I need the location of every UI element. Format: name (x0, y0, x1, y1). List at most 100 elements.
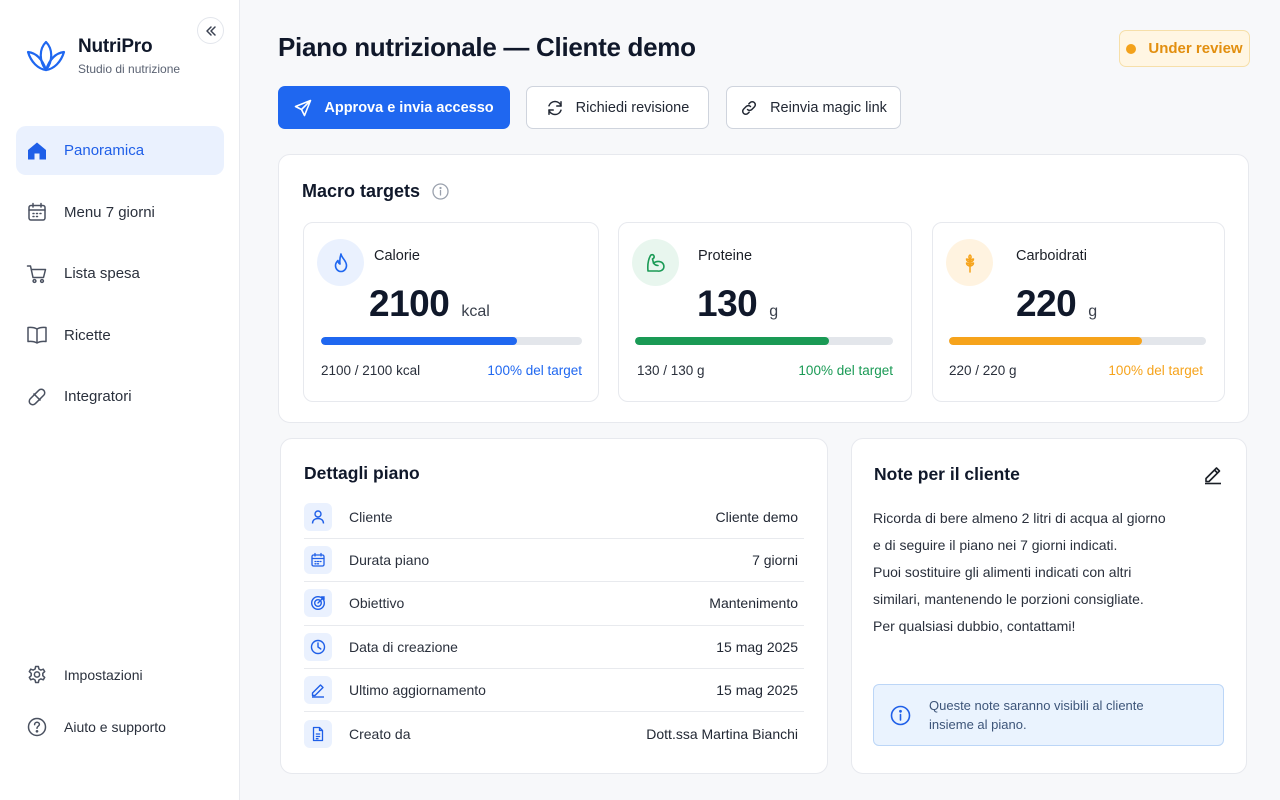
macro-unit: g (1088, 303, 1098, 320)
sidebar-item-impostazioni[interactable]: Impostazioni (16, 653, 224, 697)
status-label: Under review (1148, 40, 1243, 57)
refresh-icon (546, 99, 564, 117)
macro-footer: 2100 / 2100 kcal 100% del target (321, 363, 582, 378)
notes-line: Ricorda di bere almeno 2 litri di acqua … (873, 510, 1166, 526)
request-revision-button[interactable]: Richiedi revisione (526, 86, 709, 129)
sidebar-nav: Panoramica Menu 7 giorni Lista spesa Ric… (16, 126, 224, 434)
macro-label: Calorie (374, 248, 420, 264)
resend-magic-link-button[interactable]: Reinvia magic link (726, 86, 901, 129)
lotus-logo-icon (24, 34, 68, 78)
notes-visibility-hint: Queste note saranno visibili al cliente … (873, 684, 1224, 746)
brand-subtitle: Studio di nutrizione (78, 62, 181, 76)
status-badge: Under review (1119, 30, 1250, 67)
sidebar-item-aiuto[interactable]: Aiuto e supporto (16, 705, 224, 749)
info-icon (890, 705, 911, 726)
macro-summary: 2100 / 2100 kcal (321, 363, 421, 378)
macro-targets-title: Macro targets (302, 181, 449, 202)
macro-proteine: Proteine 130 g 130 / 130 g 100% del targ… (618, 222, 912, 402)
progress-bar (949, 337, 1206, 345)
resend-magic-link-label: Reinvia magic link (770, 99, 887, 116)
macro-summary: 220 / 220 g (949, 363, 1017, 378)
macro-targets-card: Macro targets Calorie 2100 kcal 2100 / 2… (278, 154, 1249, 423)
notes-hint-text: Queste note saranno visibili al cliente … (929, 698, 1144, 732)
sidebar-item-integratori[interactable]: Integratori (16, 372, 224, 421)
detail-value: 15 mag 2025 (716, 638, 798, 655)
wheat-icon (946, 239, 993, 286)
detail-label: Data di creazione (349, 638, 458, 655)
sidebar-item-label: Ricette (64, 326, 111, 344)
calendar-icon (304, 546, 332, 575)
macro-footer: 130 / 130 g 100% del target (637, 363, 893, 378)
plan-details-card: Dettagli piano Cliente Cliente demo Dura… (280, 438, 828, 774)
pencil-icon (304, 675, 332, 704)
flame-icon (317, 239, 364, 286)
sidebar-item-label: Aiuto e supporto (64, 719, 166, 735)
macro-percent: 100% del target (798, 363, 893, 378)
progress-fill (635, 337, 829, 345)
macro-value-group: 2100 kcal (369, 283, 490, 325)
sidebar-item-ricette[interactable]: Ricette (16, 311, 224, 360)
help-icon (26, 716, 48, 738)
send-icon (294, 99, 312, 117)
macro-summary: 130 / 130 g (637, 363, 705, 378)
sidebar-item-menu-7-giorni[interactable]: Menu 7 giorni (16, 188, 224, 237)
target-icon (304, 589, 332, 618)
macro-unit: g (769, 303, 779, 320)
sidebar-item-lista-spesa[interactable]: Lista spesa (16, 249, 224, 298)
sidebar-item-label: Panoramica (64, 142, 145, 159)
notes-line: similari, mantenendo le porzioni consigl… (873, 591, 1144, 607)
edit-icon[interactable] (1202, 463, 1224, 485)
collapse-sidebar-button[interactable] (197, 17, 224, 44)
cart-icon (26, 263, 48, 285)
detail-value: Cliente demo (715, 509, 799, 526)
sidebar-item-label: Integratori (64, 388, 132, 405)
progress-bar (321, 337, 582, 345)
sidebar-item-panoramica[interactable]: Panoramica (16, 126, 224, 175)
detail-row-obiettivo: Obiettivo Mantenimento (304, 582, 804, 626)
detail-label: Ultimo aggiornamento (349, 681, 486, 698)
calendar-icon (26, 201, 48, 223)
detail-value: 7 giorni (752, 552, 798, 569)
macro-value: 2100 (369, 283, 450, 324)
book-icon (26, 324, 48, 346)
status-dot (1126, 43, 1137, 54)
muscle-icon (632, 239, 679, 286)
home-icon (26, 140, 48, 162)
approve-send-button[interactable]: Approva e invia accesso (278, 86, 510, 129)
info-icon[interactable] (432, 183, 449, 200)
detail-row-cliente: Cliente Cliente demo (304, 496, 804, 540)
macro-calorie: Calorie 2100 kcal 2100 / 2100 kcal 100% … (303, 222, 599, 402)
page-title: Piano nutrizionale — Cliente demo (278, 32, 696, 62)
notes-line: Per qualsiasi dubbio, contattami! (873, 618, 1076, 634)
detail-value: Mantenimento (709, 595, 798, 612)
notes-line: e di seguire il piano nei 7 giorni indic… (873, 537, 1118, 553)
detail-value: Dott.ssa Martina Bianchi (646, 725, 798, 742)
macro-footer: 220 / 220 g 100% del target (949, 363, 1203, 378)
user-icon (304, 503, 332, 532)
detail-label: Obiettivo (349, 595, 405, 612)
macro-unit: kcal (461, 303, 490, 320)
notes-line: Puoi sostituire gli alimenti indicati co… (873, 564, 1132, 580)
progress-fill (321, 337, 517, 345)
detail-row-data-creazione: Data di creazione 15 mag 2025 (304, 626, 804, 669)
detail-row-creato-da: Creato da Dott.ssa Martina Bianchi (304, 712, 804, 755)
client-notes-text: Ricorda di bere almeno 2 litri di acqua … (873, 505, 1213, 640)
clock-icon (304, 632, 332, 661)
sidebar-item-label: Menu 7 giorni (64, 203, 155, 221)
macro-value-group: 130 g (697, 283, 778, 325)
macro-targets-label: Macro targets (302, 181, 421, 201)
macro-value: 130 (697, 283, 758, 324)
detail-label: Durata piano (349, 552, 430, 569)
macro-value: 220 (1016, 283, 1077, 324)
chevrons-left-icon (205, 25, 217, 37)
pill-icon (26, 386, 48, 408)
macro-value-group: 220 g (1016, 283, 1097, 325)
link-icon (740, 99, 758, 117)
brand[interactable]: NutriPro Studio di nutrizione (24, 34, 180, 78)
sidebar-item-label: Impostazioni (64, 667, 143, 683)
detail-row-ultimo-aggiornamento: Ultimo aggiornamento 15 mag 2025 (304, 669, 804, 712)
macro-percent: 100% del target (487, 363, 582, 378)
detail-value: 15 mag 2025 (716, 681, 798, 698)
macro-percent: 100% del target (1108, 363, 1203, 378)
progress-fill (949, 337, 1142, 345)
